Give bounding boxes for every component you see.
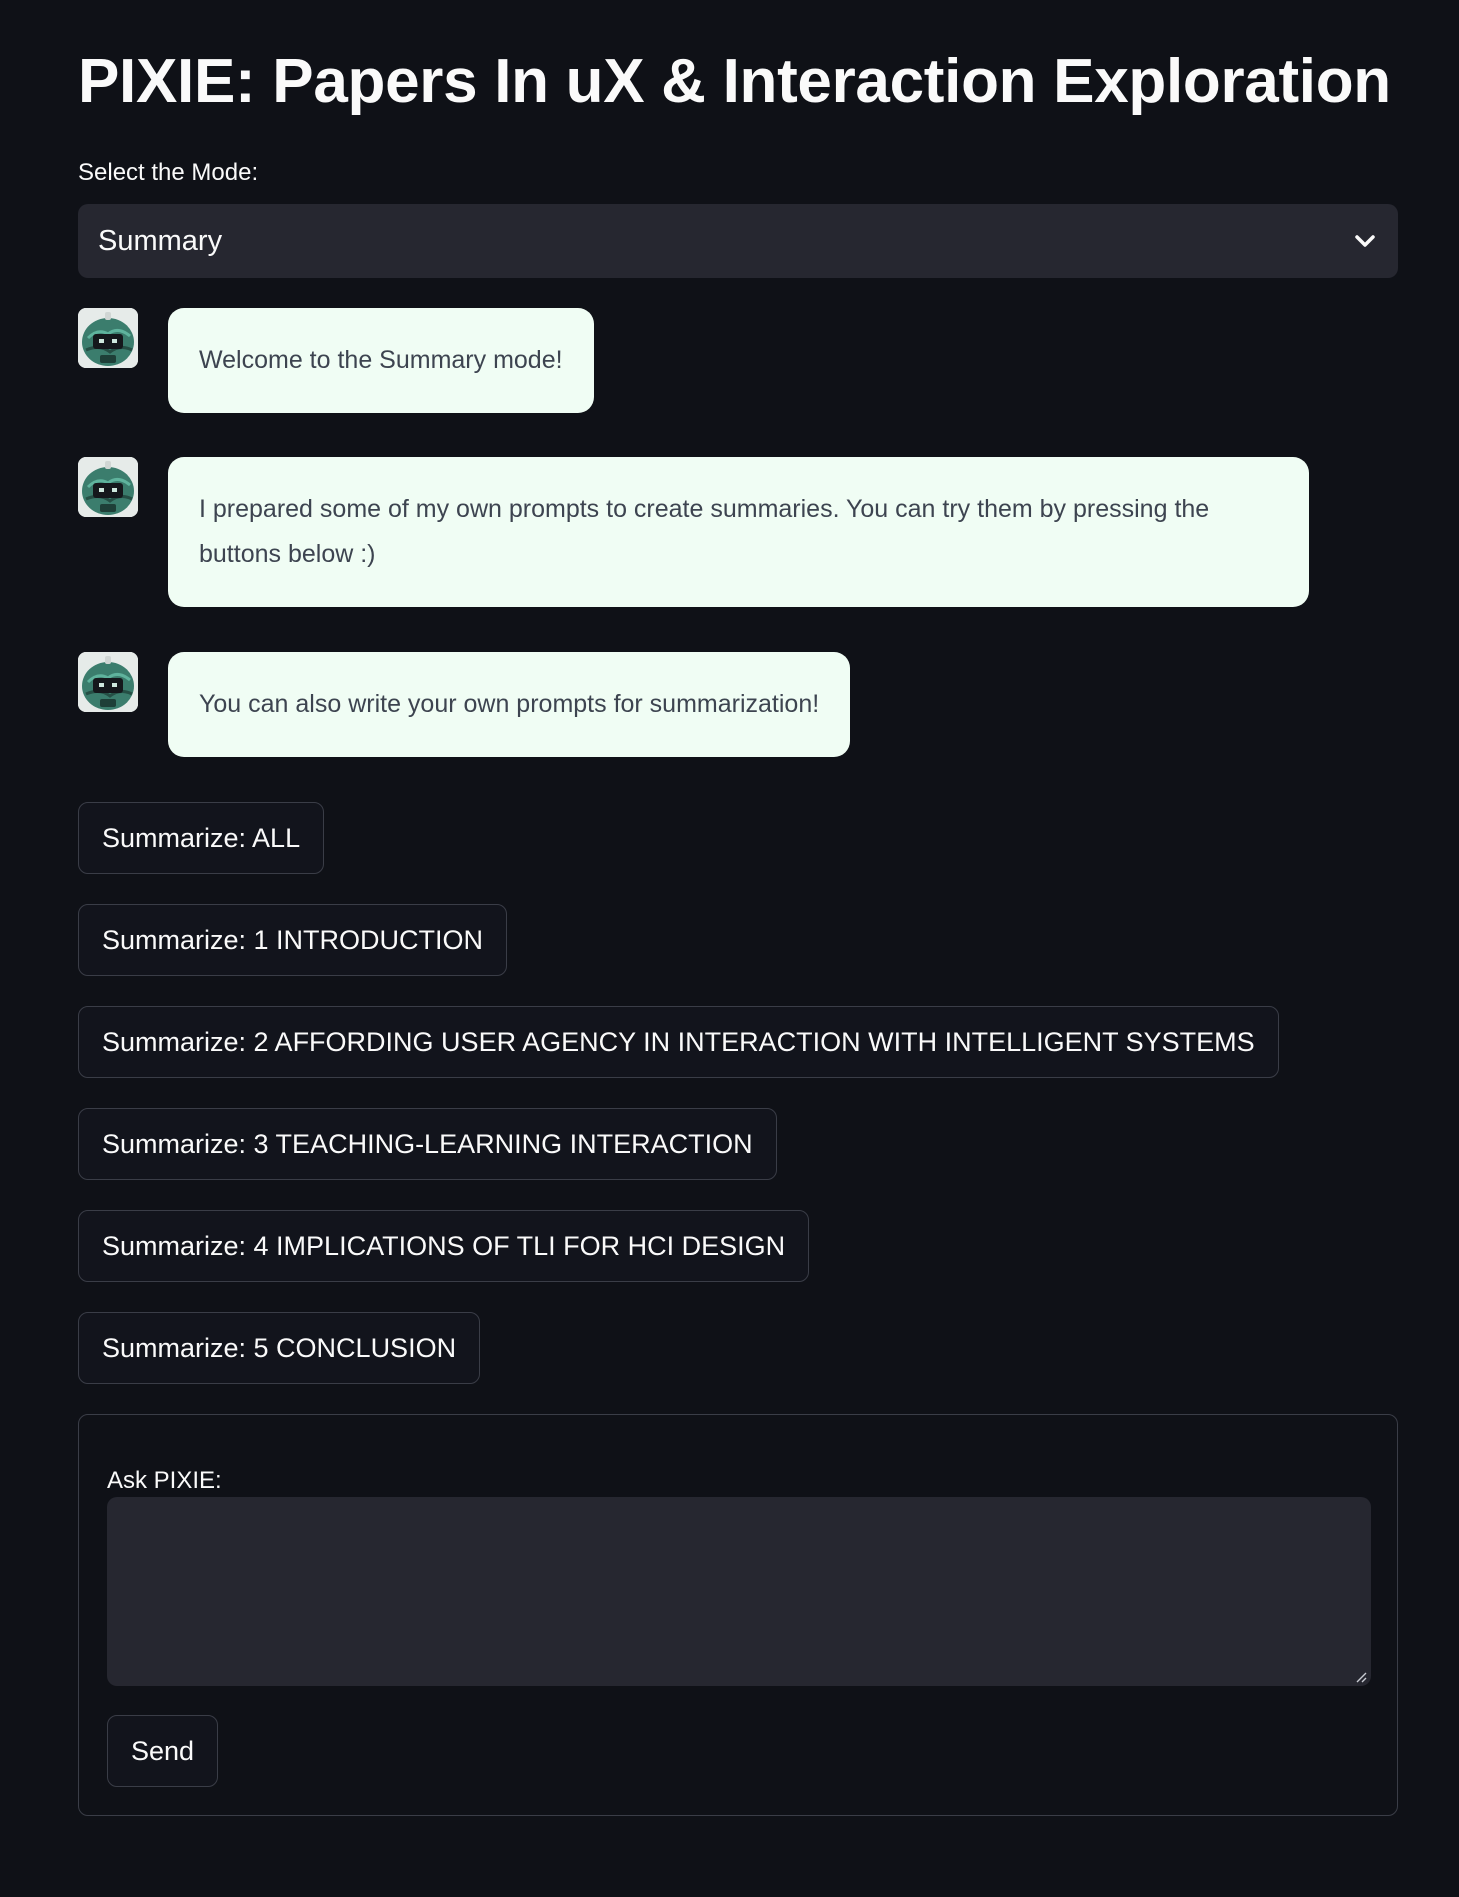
chat-message: You can also write your own prompts for …: [78, 652, 851, 757]
chat-bubble: Welcome to the Summary mode!: [168, 308, 594, 413]
robot-avatar: [78, 652, 138, 712]
mode-select[interactable]: Summary: [78, 204, 1398, 278]
mode-select-value: Summary: [98, 224, 223, 257]
chevron-down-icon[interactable]: [1352, 228, 1378, 254]
summarize-teaching-learning-button[interactable]: Summarize: 3 TEACHING-LEARNING INTERACTI…: [78, 1108, 777, 1180]
summarize-affording-user-agency-button[interactable]: Summarize: 2 AFFORDING USER AGENCY IN IN…: [78, 1006, 1279, 1078]
chat-bubble: I prepared some of my own prompts to cre…: [168, 457, 1309, 607]
summarize-introduction-button[interactable]: Summarize: 1 INTRODUCTION: [78, 904, 508, 976]
page-title: PIXIE: Papers In uX & Interaction Explor…: [78, 47, 1391, 116]
summarize-conclusion-button[interactable]: Summarize: 5 CONCLUSION: [78, 1312, 481, 1384]
summarize-all-button[interactable]: Summarize: ALL: [78, 802, 325, 874]
app-root: PIXIE: Papers In uX & Interaction Explor…: [0, 0, 1459, 1897]
resize-grip-icon[interactable]: [1355, 1670, 1367, 1683]
mode-select-label: Select the Mode:: [78, 159, 259, 186]
robot-avatar: [78, 308, 138, 368]
summarize-implications-button[interactable]: Summarize: 4 IMPLICATIONS OF TLI FOR HCI…: [78, 1210, 810, 1282]
robot-avatar: [78, 457, 138, 517]
ask-input-label: Ask PIXIE:: [107, 1467, 222, 1494]
chat-message: I prepared some of my own prompts to cre…: [78, 457, 1309, 607]
ask-form: Ask PIXIE: Send: [78, 1414, 1398, 1816]
ask-input[interactable]: [107, 1497, 1371, 1686]
chat-message: Welcome to the Summary mode!: [78, 308, 594, 413]
chat-bubble: You can also write your own prompts for …: [168, 652, 851, 757]
send-button[interactable]: Send: [107, 1715, 219, 1787]
